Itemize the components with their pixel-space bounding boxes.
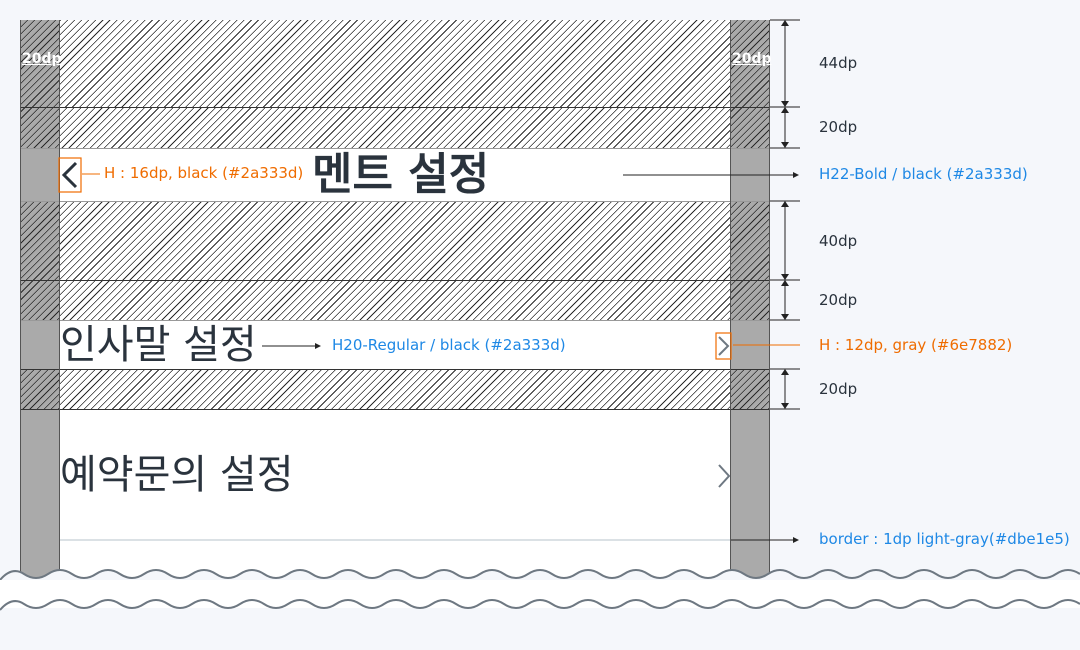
spacing-label-section-gap: 20dp [819,291,858,309]
annotation-lines [82,19,800,543]
spacing-label-status: 44dp [819,54,858,72]
row-style-annotation: H20-Regular / black (#2a333d) [332,336,566,354]
wave-break-icon [0,569,1080,650]
spacing-label-top: 20dp [819,118,858,136]
title-style-annotation: H22-Bold / black (#2a333d) [819,165,1028,183]
border-annotation: border : 1dp light-gray(#dbe1e5) [819,530,1070,548]
back-icon-annotation: H : 16dp, black (#2a333d) [104,164,304,182]
spacing-label-row-gap: 20dp [819,380,858,398]
chevron-annotation: H : 12dp, gray (#6e7882) [819,336,1013,354]
spacing-label-header-gap: 40dp [819,232,858,250]
